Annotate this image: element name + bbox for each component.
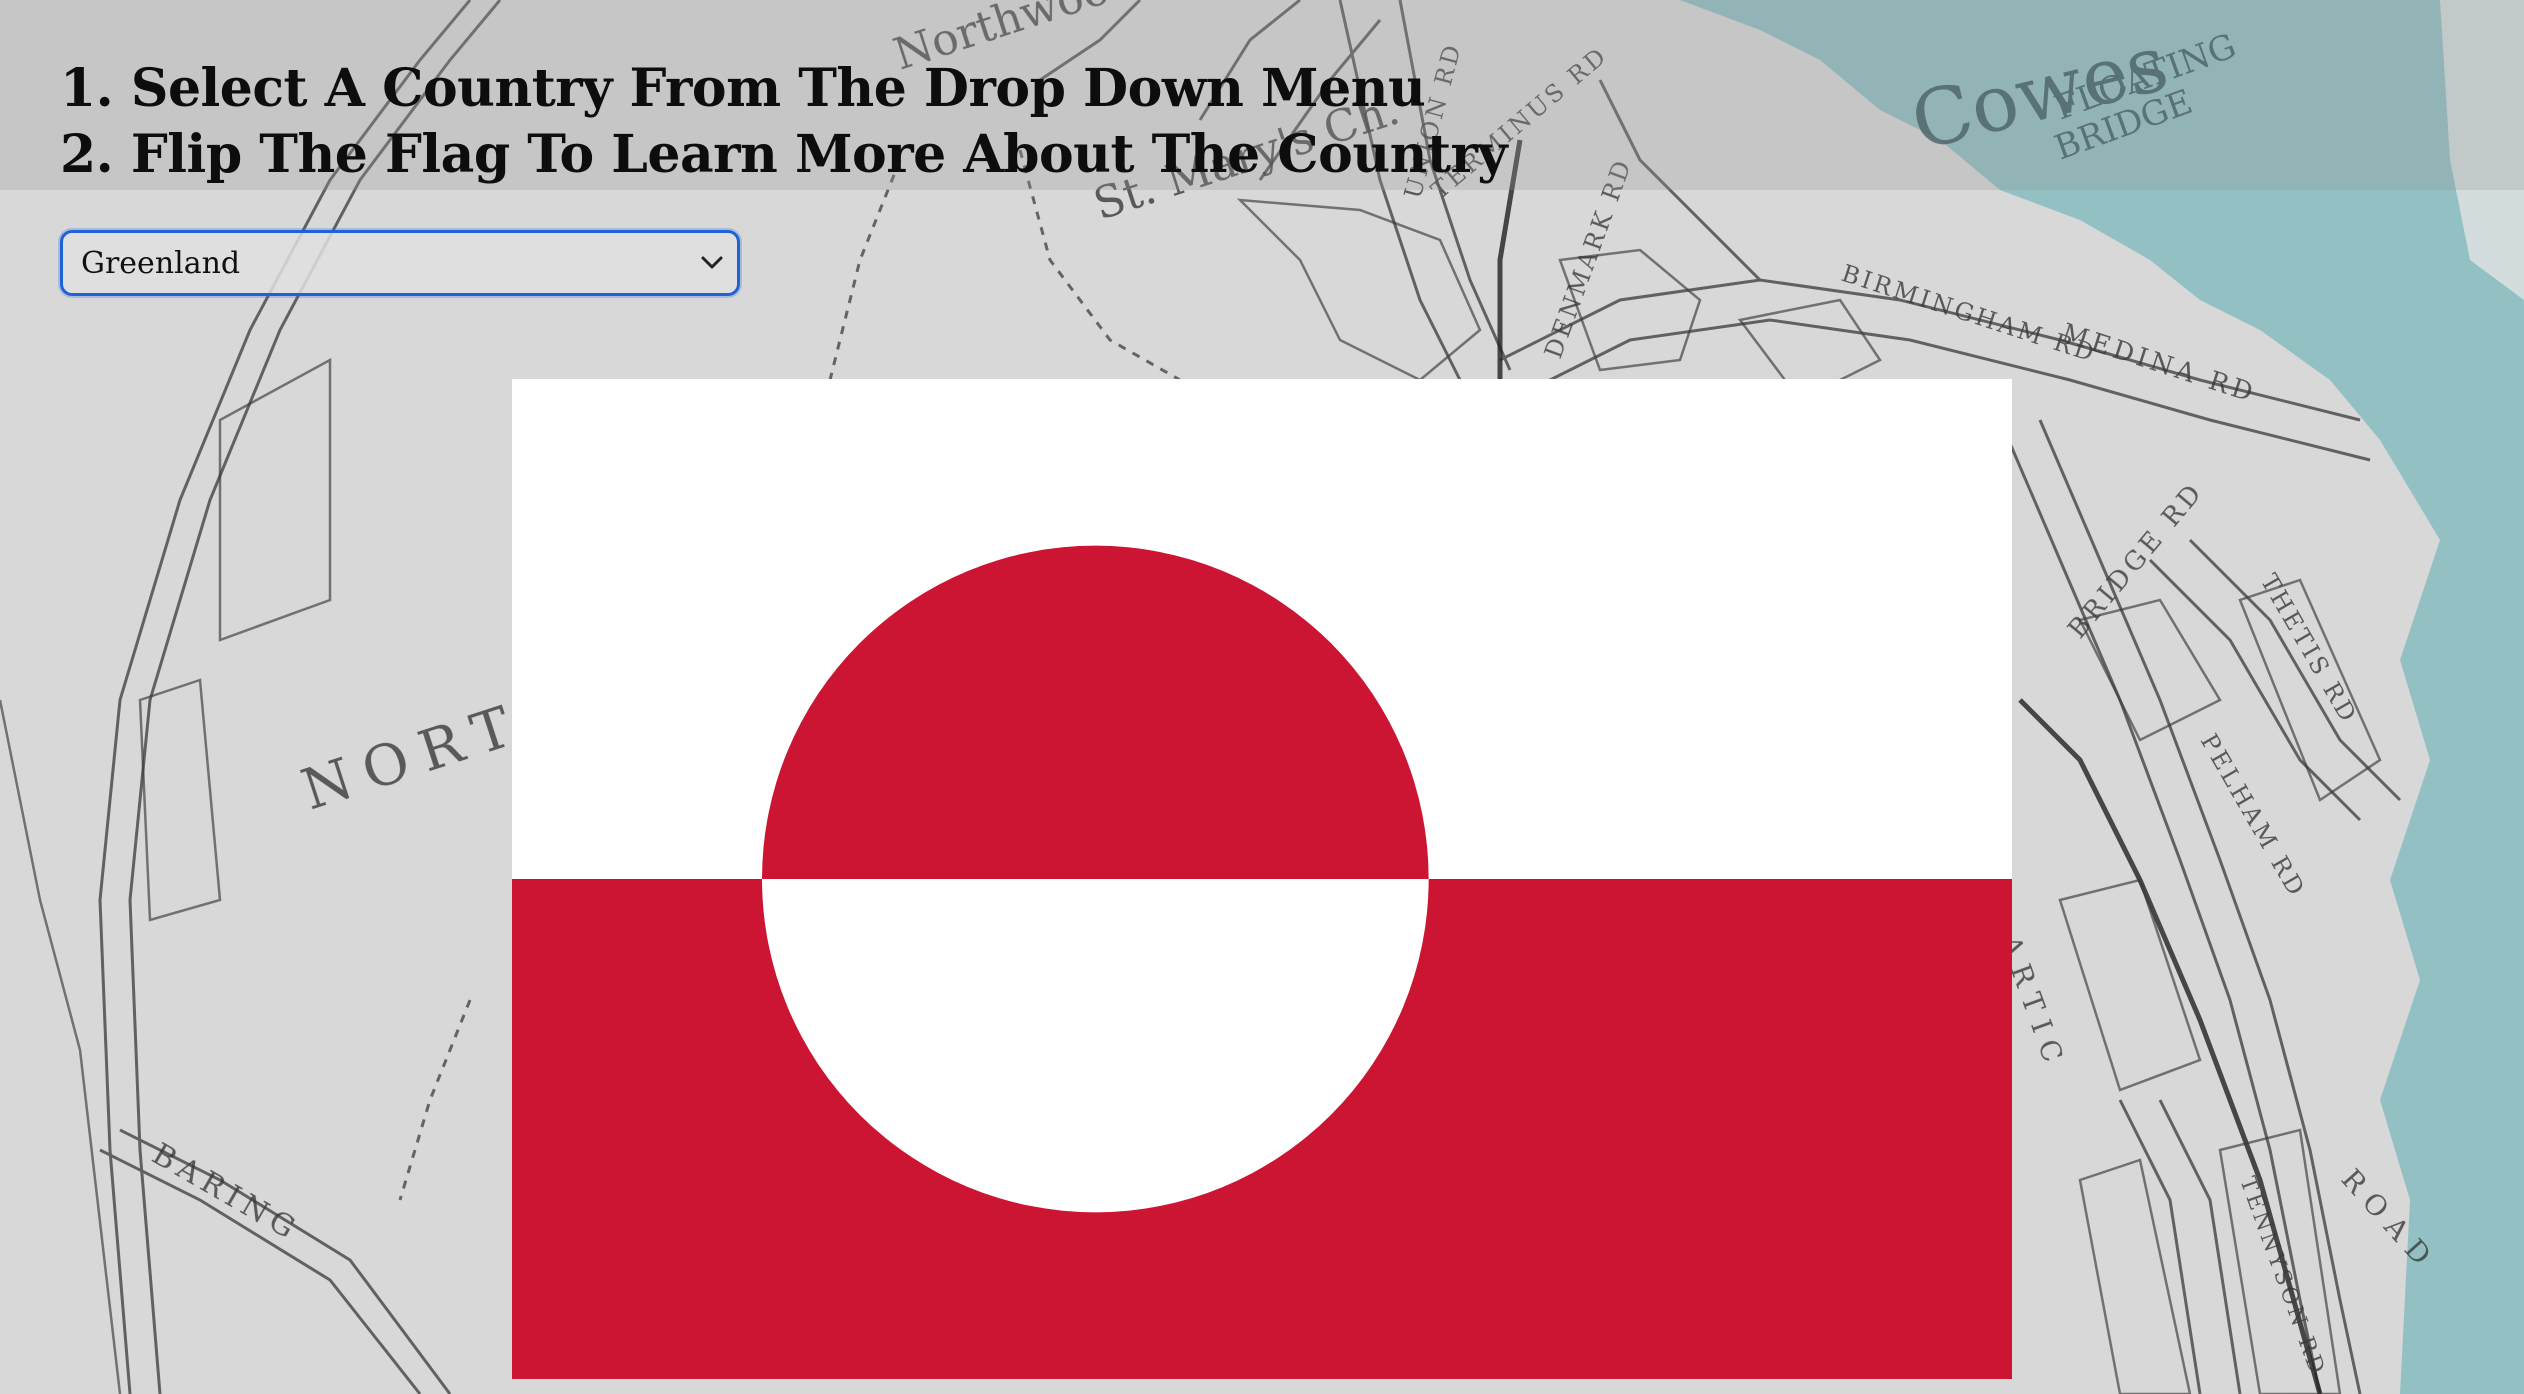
greenland-flag [512,379,2012,1379]
country-select-value: Greenland [81,245,241,281]
instruction-step-1: 1. Select A Country From The Drop Down M… [60,58,1426,119]
flag-flip-card[interactable] [512,379,2012,1379]
instructions-list: 1. Select A Country From The Drop Down M… [60,56,1508,188]
chevron-down-icon [687,256,737,270]
country-select[interactable]: Greenland [60,230,740,296]
instruction-step-2: 2. Flip The Flag To Learn More About The… [60,124,1508,185]
